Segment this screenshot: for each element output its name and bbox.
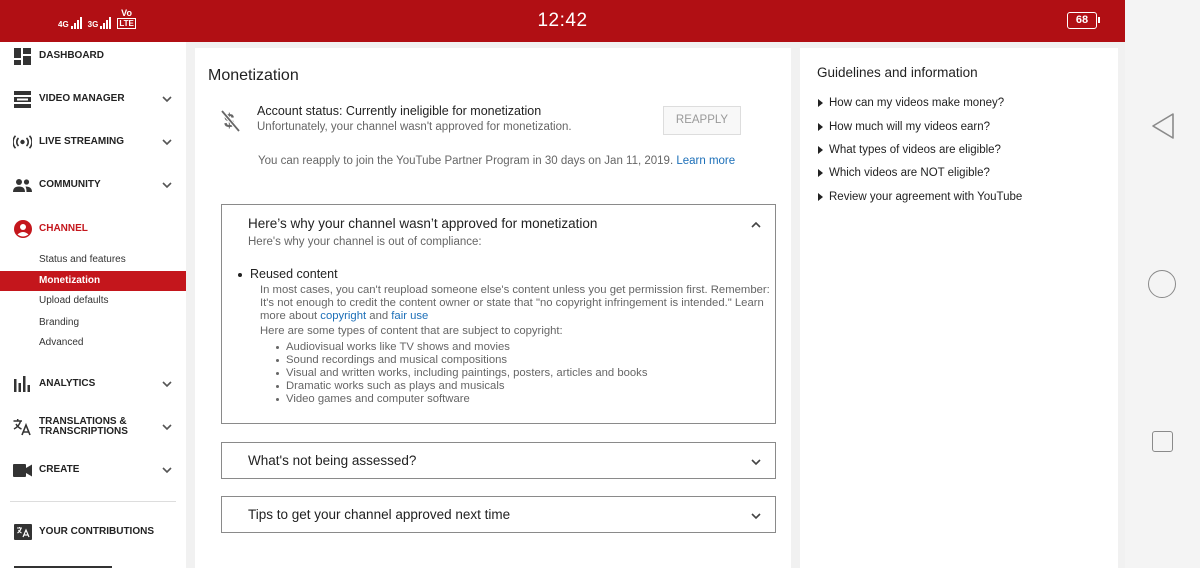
analytics-icon — [13, 375, 32, 394]
back-icon[interactable] — [1150, 112, 1176, 140]
list-item: Sound recordings and musical composition… — [275, 354, 647, 367]
sidebar-item-channel[interactable]: CHANNEL — [0, 214, 186, 244]
subnav-status-and-features[interactable]: Status and features — [0, 250, 186, 270]
guideline-link[interactable]: How can my videos make money? — [818, 97, 1004, 109]
chevron-down-icon[interactable] — [161, 136, 173, 148]
reapply-button[interactable]: REAPPLY — [663, 106, 741, 135]
sidebar-item-label: VIDEO MANAGER — [39, 93, 125, 104]
subnav-upload-defaults[interactable]: Upload defaults — [0, 291, 186, 311]
list-item: Visual and written works, including pain… — [275, 367, 648, 379]
card-title: What's not being assessed? — [248, 453, 417, 468]
guidelines-panel: Guidelines and information How can my vi… — [800, 48, 1118, 568]
triangle-right-icon — [818, 99, 823, 107]
list-item: Dramatic works such as plays and musical… — [275, 380, 647, 393]
reapply-note-text: You can reapply to join the YouTube Part… — [258, 155, 674, 167]
card-subtitle: Here's why your channel is out of compli… — [248, 236, 482, 248]
reason-text: In most cases, you can't reupload someon… — [260, 284, 772, 323]
chevron-down-icon[interactable] — [750, 456, 762, 468]
copyright-link[interactable]: copyright — [320, 310, 366, 322]
chevron-up-icon[interactable] — [750, 219, 762, 231]
guideline-link[interactable]: Review your agreement with YouTube — [818, 191, 1022, 203]
sidebar-item-label: TRANSLATIONS & TRANSCRIPTIONS — [39, 416, 128, 437]
sidebar-item-label: LIVE STREAMING — [39, 136, 125, 147]
copyright-types-list: Audiovisual works like TV shows and movi… — [275, 341, 648, 406]
translate-icon — [13, 418, 32, 437]
community-icon — [13, 176, 32, 195]
battery-icon: 68 — [1067, 12, 1100, 29]
reapply-note: You can reapply to join the YouTube Part… — [258, 155, 735, 167]
sidebar-item-live-streaming[interactable]: LIVE STREAMING — [0, 127, 186, 157]
guidelines-title: Guidelines and information — [817, 65, 978, 80]
guideline-label: Review your agreement with YouTube — [829, 191, 1023, 203]
sidebar-item-dashboard[interactable]: DASHBOARD — [0, 41, 186, 71]
clock: 12:42 — [537, 10, 588, 31]
monetization-off-icon: $ — [220, 109, 241, 133]
chevron-down-icon[interactable] — [161, 378, 173, 390]
android-nav-bar — [1125, 0, 1200, 568]
chevron-down-icon[interactable] — [161, 464, 173, 476]
guideline-label: Which videos are NOT eligible? — [829, 167, 990, 179]
account-status-subtitle: Unfortunately, your channel wasn't appro… — [257, 121, 572, 133]
dashboard-icon — [13, 47, 32, 66]
channel-icon — [13, 220, 32, 239]
sidebar-item-label: CHANNEL — [39, 223, 88, 234]
guideline-label: How can my videos make money? — [829, 97, 1005, 109]
subnav-advanced[interactable]: Advanced — [0, 333, 186, 353]
main-panel: Monetization $ Account status: Currently… — [195, 48, 791, 568]
chevron-down-icon[interactable] — [161, 93, 173, 105]
subnav-monetization[interactable]: Monetization — [0, 271, 186, 291]
triangle-right-icon — [818, 123, 823, 131]
account-status-title: Account status: Currently ineligible for… — [257, 104, 542, 118]
card-title: Tips to get your channel approved next t… — [248, 507, 511, 522]
sidebar-item-community[interactable]: COMMUNITY — [0, 170, 186, 200]
contributions-icon — [13, 523, 32, 542]
sidebar-divider — [10, 501, 176, 502]
chevron-down-icon[interactable] — [161, 179, 173, 191]
reason-title: Reused content — [238, 267, 338, 281]
guideline-label: How much will my videos earn? — [829, 121, 991, 133]
page-title: Monetization — [208, 67, 299, 84]
recent-apps-icon[interactable] — [1152, 431, 1173, 452]
sidebar-item-analytics[interactable]: ANALYTICS — [0, 369, 186, 399]
sidebar-item-label: YOUR CONTRIBUTIONS — [39, 526, 154, 537]
reason-and: and — [369, 310, 389, 322]
guideline-link[interactable]: What types of videos are eligible? — [818, 144, 1001, 156]
subnav-branding[interactable]: Branding — [0, 313, 186, 333]
sidebar: DASHBOARD VIDEO MANAGER LIVE STREAMING C… — [0, 42, 186, 568]
guideline-label: What types of videos are eligible? — [829, 144, 1001, 156]
triangle-right-icon — [818, 146, 823, 154]
video-manager-icon — [13, 90, 32, 109]
triangle-right-icon — [818, 169, 823, 177]
live-streaming-icon — [13, 133, 32, 152]
status-bar: 4G 3G Vo LTE 12:42 68 — [0, 0, 1125, 42]
fair-use-link[interactable]: fair use — [391, 310, 428, 322]
list-item: Video games and computer software — [275, 393, 647, 406]
sidebar-item-label: ANALYTICS — [39, 378, 96, 389]
tips-card[interactable]: Tips to get your channel approved next t… — [221, 496, 776, 533]
guideline-link[interactable]: How much will my videos earn? — [818, 121, 990, 133]
sidebar-item-translations[interactable]: TRANSLATIONS & TRANSCRIPTIONS — [0, 412, 186, 442]
sidebar-item-your-contributions[interactable]: YOUR CONTRIBUTIONS — [0, 517, 186, 547]
why-not-approved-card: Here’s why your channel wasn’t approved … — [221, 204, 776, 424]
chevron-down-icon[interactable] — [750, 510, 762, 522]
guideline-link[interactable]: Which videos are NOT eligible? — [818, 167, 990, 179]
chevron-down-icon[interactable] — [161, 421, 173, 433]
sidebar-item-label: DASHBOARD — [39, 50, 104, 61]
not-assessed-card[interactable]: What's not being assessed? — [221, 442, 776, 479]
triangle-right-icon — [818, 193, 823, 201]
home-icon[interactable] — [1148, 270, 1176, 298]
create-icon — [13, 461, 32, 480]
card-title[interactable]: Here’s why your channel wasn’t approved … — [248, 216, 597, 231]
sidebar-item-create[interactable]: CREATE — [0, 455, 186, 485]
list-item: Audiovisual works like TV shows and movi… — [275, 341, 647, 354]
learn-more-link[interactable]: Learn more — [676, 155, 735, 167]
types-intro: Here are some types of content that are … — [260, 325, 563, 337]
sidebar-item-label: COMMUNITY — [39, 179, 101, 190]
sidebar-item-label: CREATE — [39, 464, 80, 475]
sidebar-item-video-manager[interactable]: VIDEO MANAGER — [0, 84, 186, 114]
